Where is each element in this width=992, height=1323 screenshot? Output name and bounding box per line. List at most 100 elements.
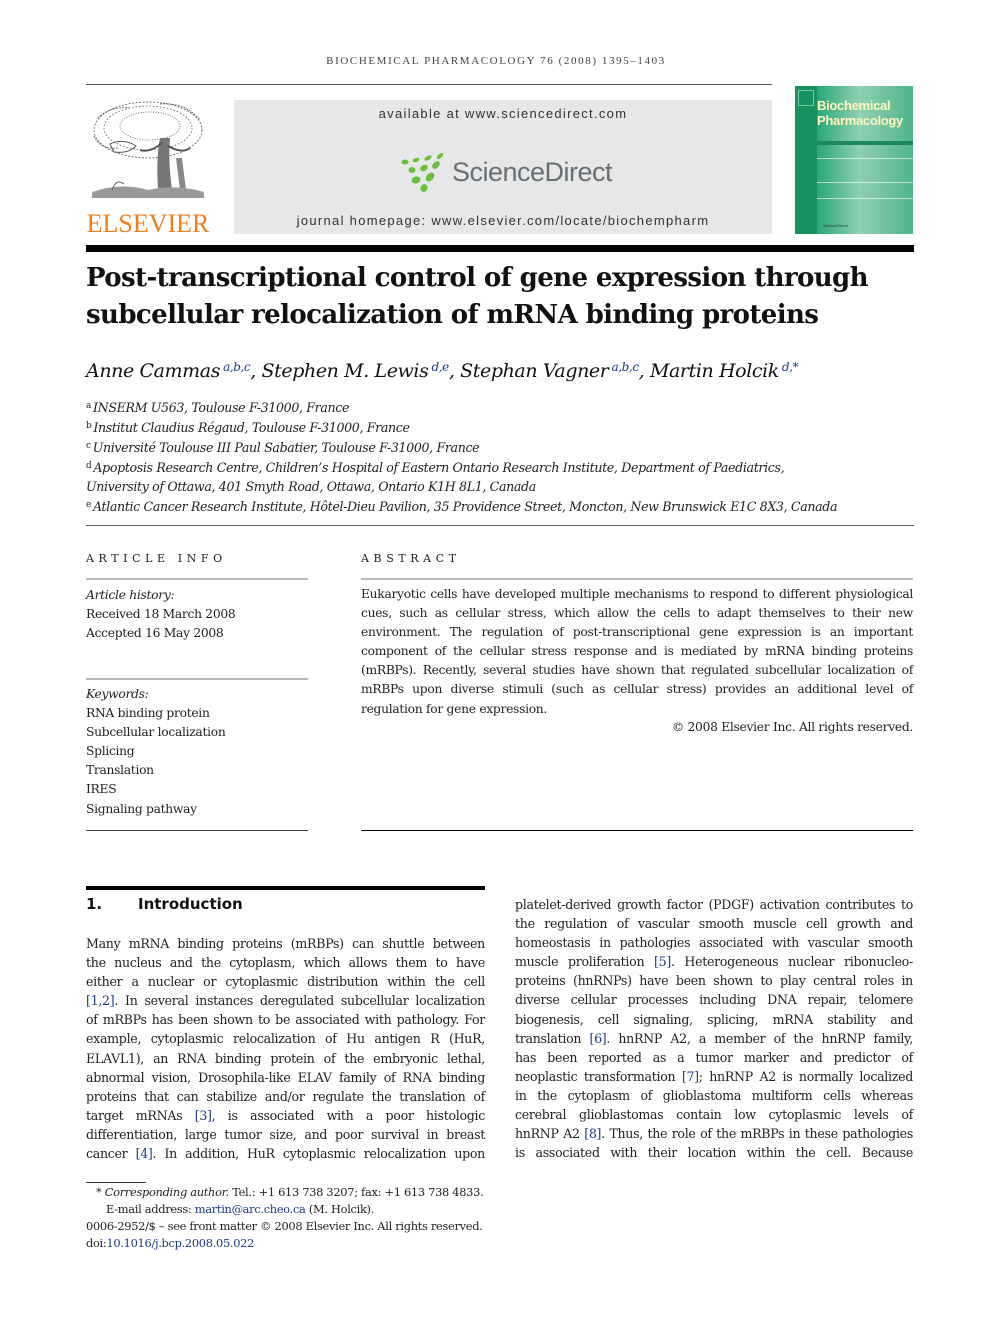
body-text-line: translation [6]. hnRNP A2, a member of t… <box>515 1029 913 1048</box>
citation-link[interactable]: [4] <box>136 1146 153 1161</box>
author-affiliation-marker[interactable]: a,b,c <box>611 360 639 374</box>
author-name: Anne Cammas <box>86 360 221 382</box>
body-text-line: proteins (hnRNPs) have been shown to pla… <box>515 973 913 989</box>
affiliation-key: a <box>86 401 92 411</box>
cover-line <box>817 182 913 183</box>
article-info-bottom-rule <box>86 830 308 831</box>
author-affiliation-marker[interactable]: a,b,c <box>223 360 251 374</box>
email-name: (M. Holcik). <box>305 1202 375 1216</box>
citation-link[interactable]: [1,2] <box>86 993 115 1008</box>
keyword: Translation <box>86 763 154 778</box>
affiliation-text: INSERM U563, Toulouse F-31000, France <box>93 400 350 415</box>
affiliation-key: d <box>86 461 92 472</box>
body-text-line: muscle proliferation [5]. Heterogeneous … <box>515 952 913 971</box>
body-text: . In addition, HuR cytoplasmic relocaliz… <box>152 1146 486 1162</box>
author-affiliation-marker[interactable]: d,* <box>782 360 799 374</box>
body-text: , is associated with a poor histologic <box>211 1107 486 1123</box>
affiliation-text: Université Toulouse III Paul Sabatier, T… <box>92 440 480 456</box>
running-header: BIOCHEMICAL PHARMACOLOGY 76 (2008) 1395–… <box>326 55 666 67</box>
author-separator: , <box>250 360 262 382</box>
journal-homepage-link[interactable]: journal homepage: www.elsevier.com/locat… <box>234 213 772 228</box>
author-name: Stephen M. Lewis <box>261 360 429 382</box>
available-at-link[interactable]: available at www.sciencedirect.com <box>234 106 772 121</box>
author-separator: , <box>448 360 461 382</box>
body-text-line: homeostasis in pathologies associated wi… <box>515 935 913 951</box>
corresponding-author-label: Corresponding author. <box>104 1185 229 1199</box>
affiliation-e: e Atlantic Cancer Research Institute, Hôt… <box>86 496 916 516</box>
body-text-line: either a nuclear or cytoplasmic distribu… <box>86 974 485 990</box>
body-text-line: the regulation of vascular smooth muscle… <box>515 916 913 932</box>
cover-title-line2: Pharmacology <box>817 113 903 128</box>
sciencedirect-banner: available at www.sciencedirect.com Scien… <box>234 100 772 234</box>
email-note: E-mail address: martin@arc.cheo.ca (M. H… <box>86 1201 586 1218</box>
citation-link[interactable]: [7] <box>682 1069 699 1084</box>
cover-footer: ScienceDirect <box>823 223 848 228</box>
affiliation-text: Institut Claudius Régaud, Toulouse F-310… <box>93 420 410 436</box>
affiliation-b: b Institut Claudius Régaud, Toulouse F-31… <box>86 417 916 437</box>
keywords-label: Keywords: <box>86 687 149 701</box>
author-name: Martin Holcik <box>649 360 779 382</box>
body-text-line: abnormal vision, Drosophila-like ELAV fa… <box>86 1069 485 1085</box>
body-text-line: Many mRNA binding proteins (mRBPs) can s… <box>86 936 485 951</box>
citation-link[interactable]: [8] <box>584 1126 601 1141</box>
body-text-line: the nucleus and the cytoplasm, which all… <box>86 955 485 971</box>
keyword: IRES <box>86 782 117 797</box>
elsevier-wordmark: ELSEVIER <box>86 209 210 238</box>
affiliation-a: a INSERM U563, Toulouse F-31000, France <box>86 397 916 417</box>
body-text-line: differentiation, large tumor size, and p… <box>86 1126 485 1142</box>
body-text-line: neoplastic transformation [7]; hnRNP A2 … <box>515 1067 913 1086</box>
doi-line: doi:10.1016/j.bcp.2008.05.022 <box>86 1235 586 1252</box>
body-text: . In several instances deregulated subce… <box>114 993 485 1009</box>
body-text-line: has been reported as a tumor marker and … <box>515 1049 913 1065</box>
body-text-line: proteins that can stabilize and/or regul… <box>86 1088 485 1104</box>
cover-strip <box>795 86 817 234</box>
affiliations: a INSERM U563, Toulouse F-31000, France b I… <box>86 397 916 517</box>
abstract-text: Eukaryotic cells have developed multiple… <box>361 587 913 716</box>
author-name: Stephan Vagner <box>460 360 609 382</box>
body-text-line: platelet-derived growth factor (PDGF) ac… <box>515 897 913 912</box>
body-text-line: is associated with their location within… <box>515 1145 913 1161</box>
citation-link[interactable]: [3] <box>195 1108 212 1123</box>
body-text: muscle proliferation <box>515 954 655 970</box>
section-number: 1. <box>86 895 103 913</box>
affiliation-key: e <box>86 500 91 511</box>
doi-link[interactable]: 10.1016/j.bcp.2008.05.022 <box>106 1236 254 1250</box>
cover-line <box>817 158 913 159</box>
doi-label: doi: <box>86 1236 107 1250</box>
section-title: Introduction <box>138 895 243 913</box>
author-affiliation-marker[interactable]: d,e <box>431 360 449 374</box>
elsevier-logo[interactable]: ELSEVIER <box>86 98 210 238</box>
abstract-bottom-rule <box>361 830 913 831</box>
body-text: neoplastic transformation <box>515 1068 682 1084</box>
cover-bar <box>817 141 913 145</box>
article-history: Article history: Received 18 March 2008 … <box>86 586 236 643</box>
keyword: Signaling pathway <box>86 801 197 816</box>
citation-link[interactable]: [6] <box>589 1031 606 1046</box>
affiliation-text: Apoptosis Research Centre, Children’s Ho… <box>93 460 785 476</box>
footnotes: * Corresponding author. Tel.: +1 613 738… <box>86 1184 586 1252</box>
elsevier-tree-icon <box>92 101 204 198</box>
body-text-line: ELAVL1), an RNA binding protein of the e… <box>86 1050 485 1066</box>
received-date: Received 18 March 2008 <box>86 607 236 622</box>
email-label: E-mail address: <box>106 1202 195 1216</box>
article-title: Post-transcriptional control of gene exp… <box>86 263 869 330</box>
email-link[interactable]: martin@arc.cheo.ca <box>195 1202 306 1216</box>
article-info-heading: ARTICLE INFO <box>86 552 227 565</box>
keyword: RNA binding protein <box>86 706 210 721</box>
abstract-copyright: © 2008 Elsevier Inc. All rights reserved… <box>671 720 913 734</box>
body-column-right: platelet-derived growth factor (PDGF) ac… <box>515 895 913 1162</box>
cover-title: Biochemical Pharmacology <box>817 98 903 128</box>
article-history-label: Article history: <box>86 588 175 602</box>
section-rule <box>86 886 485 890</box>
affiliation-key: b <box>86 421 92 432</box>
body-text: translation <box>515 1030 590 1046</box>
sciencedirect-wordmark: ScienceDirect <box>452 156 613 187</box>
keywords-rule <box>86 678 308 680</box>
citation-link[interactable]: [5] <box>654 954 671 969</box>
body-text-line: in the cytoplasm of glioblastoma multifo… <box>515 1087 913 1103</box>
sciencedirect-logo[interactable]: ScienceDirect <box>400 152 613 192</box>
section-heading-introduction: 1. Introduction <box>86 895 243 913</box>
journal-cover-thumbnail[interactable]: Biochemical Pharmacology ScienceDirect <box>795 86 913 234</box>
body-text-line: diverse cellular processes including DNA… <box>515 992 913 1008</box>
masthead-rule <box>86 245 914 252</box>
